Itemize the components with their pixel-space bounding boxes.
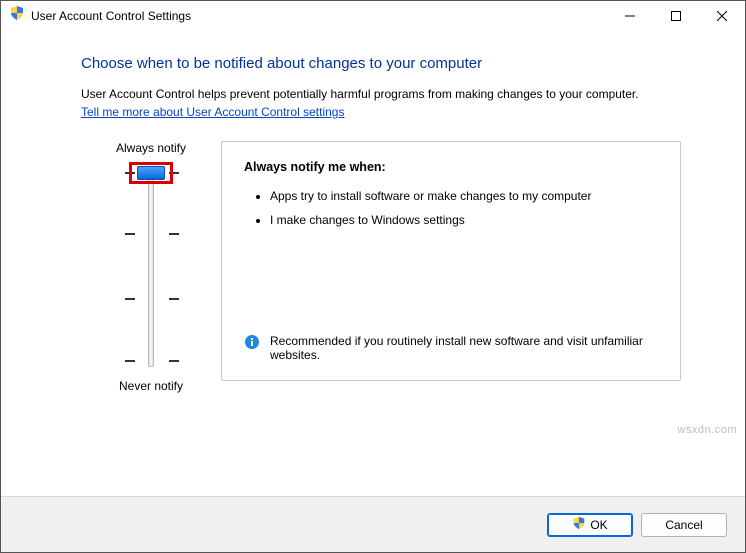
page-heading: Choose when to be notified about changes… (81, 55, 681, 72)
notification-level-slider[interactable] (148, 167, 154, 367)
shield-icon (9, 5, 25, 26)
ok-button[interactable]: OK (547, 513, 633, 537)
window-title: User Account Control Settings (31, 9, 191, 23)
learn-more-link[interactable]: Tell me more about User Account Control … (81, 105, 344, 119)
minimize-button[interactable] (607, 1, 653, 31)
close-button[interactable] (699, 1, 745, 31)
shield-icon (572, 516, 586, 533)
titlebar: User Account Control Settings (1, 1, 745, 31)
level-description-panel: Always notify me when: Apps try to insta… (221, 141, 681, 381)
slider-thumb[interactable] (137, 166, 165, 180)
ok-button-label: OK (590, 518, 607, 532)
cancel-button[interactable]: Cancel (641, 513, 727, 537)
slider-bottom-label: Never notify (119, 379, 183, 393)
cancel-button-label: Cancel (665, 518, 702, 532)
page-description: User Account Control helps prevent poten… (81, 86, 681, 103)
uac-settings-window: User Account Control Settings Choose whe… (0, 0, 746, 553)
info-icon (244, 334, 260, 350)
panel-title: Always notify me when: (244, 160, 658, 174)
content-area: Choose when to be notified about changes… (1, 31, 745, 496)
panel-bullet-list: Apps try to install software or make cha… (244, 188, 658, 236)
footer: OK Cancel (1, 496, 745, 552)
maximize-button[interactable] (653, 1, 699, 31)
panel-bullet: Apps try to install software or make cha… (270, 188, 658, 204)
slider-top-label: Always notify (116, 141, 186, 155)
recommendation-text: Recommended if you routinely install new… (270, 334, 658, 362)
panel-bullet: I make changes to Windows settings (270, 212, 658, 228)
watermark: wsxdn.com (677, 424, 737, 436)
